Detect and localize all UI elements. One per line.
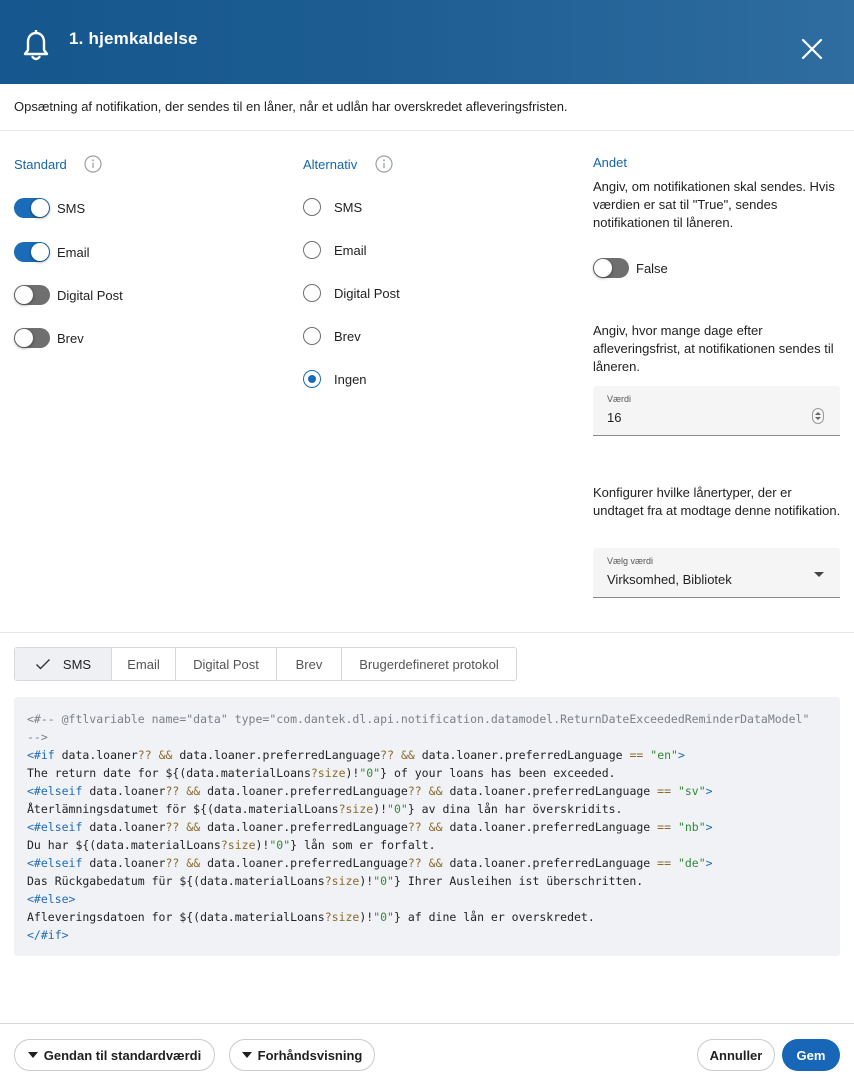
send-toggle[interactable]: False [593,256,668,280]
toggle-label: Email [57,244,90,260]
toggle-label: False [636,260,668,276]
toggle-switch[interactable] [14,285,50,305]
toggle-switch[interactable] [14,198,50,218]
standard-toggle-email[interactable]: Email [14,240,90,264]
button-label: Gem [796,1047,826,1063]
radio-label: Ingen [334,371,367,387]
code-line: </#if> [27,928,69,942]
check-icon [35,659,50,670]
field-label: Vælg værdi [607,556,654,566]
radio-button[interactable] [303,241,321,259]
standard-toggle-digital-post[interactable]: Digital Post [14,283,123,307]
code-line: <#elseif data.loaner?? && data.loaner.pr… [27,856,713,870]
alternativ-title: Alternativ [303,157,358,172]
footer-divider [0,1023,854,1024]
alternativ-radio-brev[interactable]: Brev [303,326,361,346]
tab-label: Brev [295,656,323,672]
caret-down-icon [27,1052,38,1058]
button-label: Gendan til standardværdi [43,1047,202,1063]
exempt-select[interactable]: Vælg værdi Virksomhed, Bibliotek [593,548,840,598]
toggle-switch[interactable] [14,242,50,262]
tab-brev[interactable]: Brev [277,648,342,680]
spinner-icon[interactable] [812,408,824,424]
bell-icon [23,30,49,61]
tab-digital-post[interactable]: Digital Post [176,648,277,680]
andet-title: Andet [593,155,627,170]
radio-label: SMS [334,199,363,215]
toggle-switch[interactable] [593,258,629,278]
tab-email[interactable]: Email [112,648,176,680]
caret-down-icon [241,1052,252,1058]
tab-label: Brugerdefineret protokol [359,656,499,672]
code-line: <#else> [27,892,76,906]
toggle-switch[interactable] [14,328,50,348]
info-icon[interactable] [375,155,393,173]
toggle-label: Digital Post [57,287,123,303]
tab-brugerdefineret-protokol[interactable]: Brugerdefineret protokol [342,648,516,680]
dialog-description: Opsætning af notifikation, der sendes ti… [14,99,568,114]
code-line: --> [27,730,48,744]
preview-button[interactable]: Forhåndsvisning [229,1039,375,1071]
dialog-header: 1. hjemkaldelse [0,0,854,84]
send-description: Angiv, om notifikationen skal sendes. Hv… [593,179,835,230]
close-icon[interactable] [800,37,824,61]
code-line: Du har ${(data.materialLoans?size)!"0"} … [27,838,436,852]
info-icon[interactable] [84,155,102,173]
toggle-label: Brev [57,330,84,346]
radio-label: Digital Post [334,285,400,301]
standard-toggle-sms[interactable]: SMS [14,196,85,220]
dialog-title: 1. hjemkaldelse [69,29,198,48]
field-label: Værdi [607,394,632,404]
code-line: <#elseif data.loaner?? && data.loaner.pr… [27,784,713,798]
days-description: Angiv, hvor mange dage efter afleverings… [593,323,834,374]
code-line: The return date for ${(data.materialLoan… [27,766,616,780]
code-line: Återlämningsdatumet för ${(data.material… [27,802,623,816]
template-code-editor[interactable]: <#-- @ftlvariable name="data" type="com.… [14,697,840,956]
tab-label: Email [127,656,160,672]
chevron-down-icon[interactable] [814,572,824,577]
tab-label: Digital Post [193,656,259,672]
radio-label: Email [334,242,367,258]
radio-button[interactable] [303,284,321,302]
field-value: Virksomhed, Bibliotek [607,572,732,587]
channel-tabs: SMS Email Digital Post Brev Brugerdefine… [14,647,517,681]
alternativ-radio-digital-post[interactable]: Digital Post [303,283,400,303]
radio-button[interactable] [303,327,321,345]
tab-label: SMS [62,656,92,672]
radio-button[interactable] [303,370,321,388]
code-line: <#-- @ftlvariable name="data" type="com.… [27,712,810,726]
standard-title: Standard [14,157,67,172]
alternativ-radio-email[interactable]: Email [303,240,367,260]
button-label: Annuller [709,1047,763,1063]
reset-default-button[interactable]: Gendan til standardværdi [14,1039,215,1071]
radio-label: Brev [334,328,361,344]
cancel-button[interactable]: Annuller [697,1039,775,1071]
button-label: Forhåndsvisning [257,1047,363,1063]
code-line: <#elseif data.loaner?? && data.loaner.pr… [27,820,713,834]
save-button[interactable]: Gem [782,1039,840,1071]
standard-toggle-brev[interactable]: Brev [14,326,84,350]
divider [0,632,854,633]
alternativ-radio-ingen[interactable]: Ingen [303,369,367,389]
days-input[interactable]: Værdi 16 [593,386,840,436]
alternativ-radio-sms[interactable]: SMS [303,197,362,217]
code-line: Das Rückgabedatum für ${(data.materialLo… [27,874,644,888]
toggle-label: SMS [57,200,86,216]
exempt-description: Konfigurer hvilke lånertyper, der er und… [593,485,841,518]
radio-button[interactable] [303,198,321,216]
code-line: <#if data.loaner?? && data.loaner.prefer… [27,748,685,762]
field-value: 16 [607,410,622,425]
code-line: Afleveringsdatoen for ${(data.materialLo… [27,910,595,924]
tab-sms[interactable]: SMS [15,648,112,680]
divider [0,130,854,131]
